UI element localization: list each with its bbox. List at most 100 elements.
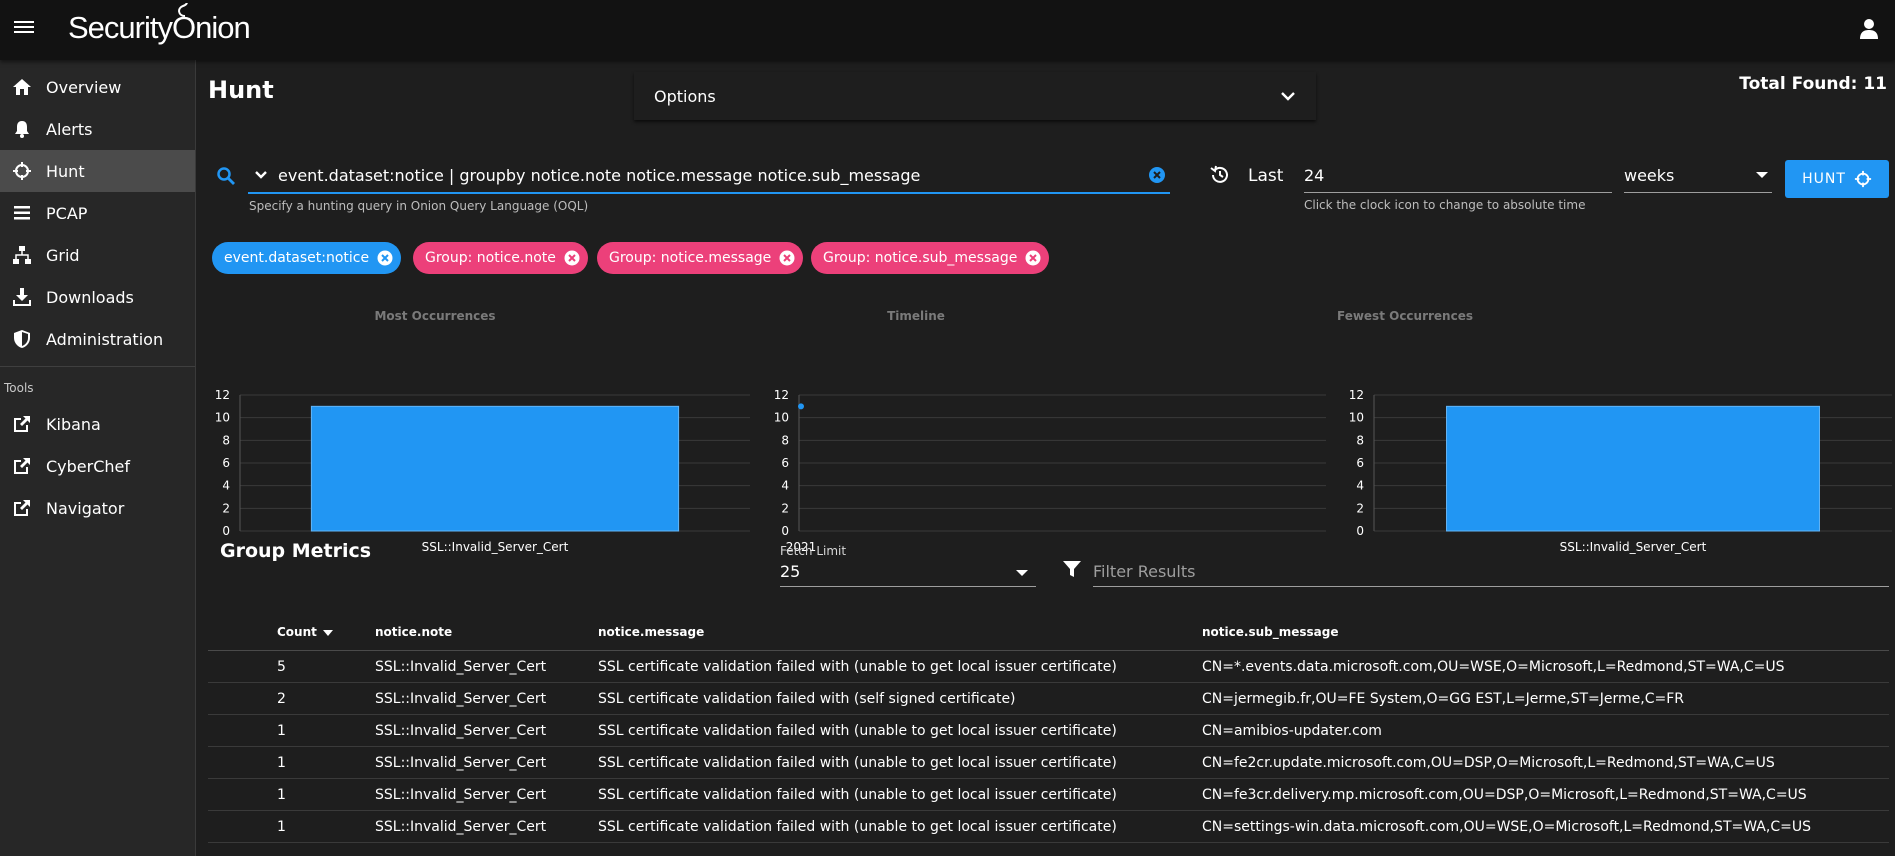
sidebar-divider xyxy=(0,366,195,367)
search-icon[interactable] xyxy=(216,166,236,186)
cell-note[interactable]: SSL::Invalid_Server_Cert xyxy=(375,682,598,715)
cell-message[interactable]: SSL certificate validation failed with (… xyxy=(598,650,1202,683)
cell-note[interactable]: SSL::Invalid_Server_Cert xyxy=(375,778,598,811)
cell-sub-message[interactable]: CN=jermegib.fr,OU=FE System,O=GG EST,L=J… xyxy=(1202,682,1889,715)
sidebar-item-label: Alerts xyxy=(46,119,93,139)
bell-icon xyxy=(15,121,29,138)
group-chip[interactable]: Group: notice.sub_message xyxy=(811,242,1050,274)
sidebar-item-administration[interactable]: Administration xyxy=(0,318,195,360)
query-field xyxy=(248,158,1170,194)
column-header-message[interactable]: notice.message xyxy=(598,614,1202,651)
sidebar-item-pcap[interactable]: PCAP xyxy=(0,192,195,234)
sidebar-item-label: PCAP xyxy=(46,203,88,223)
menu-icon[interactable] xyxy=(14,18,34,38)
external-link-icon xyxy=(14,416,30,432)
cell-note[interactable]: SSL::Invalid_Server_Cert xyxy=(375,810,598,843)
filter-icon xyxy=(1063,561,1081,577)
clear-icon[interactable] xyxy=(1148,166,1166,184)
table-row[interactable]: 1 SSL::Invalid_Server_Cert SSL certifica… xyxy=(208,778,1889,811)
external-link-icon xyxy=(14,458,30,474)
y-tick-label: 0 xyxy=(222,524,230,538)
table-row[interactable]: 5 SSL::Invalid_Server_Cert SSL certifica… xyxy=(208,650,1889,683)
cell-message[interactable]: SSL certificate validation failed with (… xyxy=(598,810,1202,843)
fetch-limit-select[interactable]: 25 xyxy=(780,558,1036,587)
cell-count: 1 xyxy=(277,746,375,779)
x-tick-label: SSL::Invalid_Server_Cert xyxy=(422,540,569,554)
chart-title: Timeline xyxy=(887,309,945,323)
cell-note[interactable]: SSL::Invalid_Server_Cert xyxy=(375,746,598,779)
y-tick-label: 12 xyxy=(215,388,230,402)
table-row[interactable]: 1 SSL::Invalid_Server_Cert SSL certifica… xyxy=(208,810,1889,843)
sidebar-item-overview[interactable]: Overview xyxy=(0,66,195,108)
sidebar-item-alerts[interactable]: Alerts xyxy=(0,108,195,150)
time-unit-value: weeks xyxy=(1624,166,1675,185)
data-point xyxy=(798,403,804,410)
close-icon[interactable] xyxy=(564,250,580,266)
cell-message[interactable]: SSL certificate validation failed with (… xyxy=(598,746,1202,779)
hunt-button[interactable]: HUNT xyxy=(1785,160,1889,198)
bar xyxy=(1446,405,1820,532)
cell-sub-message[interactable]: CN=fe3cr.delivery.mp.microsoft.com,OU=DS… xyxy=(1202,778,1889,811)
column-header-note[interactable]: notice.note xyxy=(375,614,598,651)
close-icon[interactable] xyxy=(377,250,393,266)
dropdown-arrow-icon xyxy=(1756,172,1768,178)
filter-input[interactable] xyxy=(1093,558,1873,584)
query-hint: Specify a hunting query in Onion Query L… xyxy=(249,199,589,213)
sidebar-item-cyberchef[interactable]: CyberChef xyxy=(0,445,195,487)
y-tick-label: 6 xyxy=(222,456,230,470)
close-icon[interactable] xyxy=(779,250,795,266)
table-row[interactable]: 1 SSL::Invalid_Server_Cert SSL certifica… xyxy=(208,746,1889,779)
sidebar-item-navigator[interactable]: Navigator xyxy=(0,487,195,529)
sidebar-item-downloads[interactable]: Downloads xyxy=(0,276,195,318)
y-tick-label: 2 xyxy=(1356,501,1364,515)
close-icon[interactable] xyxy=(1025,250,1041,266)
filter-chip[interactable]: event.dataset:notice xyxy=(212,242,402,274)
row-spacer xyxy=(208,778,277,811)
table-row[interactable]: 1 SSL::Invalid_Server_Cert SSL certifica… xyxy=(208,714,1889,747)
time-value-input[interactable] xyxy=(1304,160,1604,190)
y-tick-label: 6 xyxy=(1356,456,1364,470)
cell-sub-message[interactable]: CN=amibios-updater.com xyxy=(1202,714,1889,747)
group-chip[interactable]: Group: notice.message xyxy=(597,242,804,274)
cell-message[interactable]: SSL certificate validation failed with (… xyxy=(598,682,1202,715)
page-title: Hunt xyxy=(208,76,274,104)
cell-count: 5 xyxy=(277,650,375,683)
cell-sub-message[interactable]: CN=*.events.data.microsoft.com,OU=WSE,O=… xyxy=(1202,650,1889,683)
cell-message[interactable]: SSL certificate validation failed with (… xyxy=(598,714,1202,747)
hunt-button-label: HUNT xyxy=(1802,171,1846,187)
main-content: Hunt Options Total Found: 11 Specify a h… xyxy=(196,60,1895,856)
cell-message[interactable]: SSL certificate validation failed with (… xyxy=(598,778,1202,811)
fetch-limit-value: 25 xyxy=(780,562,801,581)
sidebar-item-label: Downloads xyxy=(46,287,134,307)
column-header-sub-message[interactable]: notice.sub_message xyxy=(1202,614,1889,651)
chevron-down-icon[interactable] xyxy=(254,168,268,182)
cell-sub-message[interactable]: CN=fe2cr.update.microsoft.com,OU=DSP,O=M… xyxy=(1202,746,1889,779)
sidebar-item-label: Grid xyxy=(46,245,80,265)
column-header-count[interactable]: Count xyxy=(277,614,375,651)
sidebar-item-kibana[interactable]: Kibana xyxy=(0,403,195,445)
column-header-label: Count xyxy=(277,625,317,639)
cell-note[interactable]: SSL::Invalid_Server_Cert xyxy=(375,714,598,747)
chip-label: Group: notice.message xyxy=(609,250,772,266)
timeline-chart: 0246810122021 xyxy=(774,388,1326,554)
account-icon[interactable] xyxy=(1859,18,1879,40)
group-chip[interactable]: Group: notice.note xyxy=(413,242,588,274)
y-tick-label: 10 xyxy=(1349,411,1364,425)
list-icon xyxy=(14,206,30,220)
table-row[interactable]: 2 SSL::Invalid_Server_Cert SSL certifica… xyxy=(208,682,1889,715)
row-spacer xyxy=(208,650,277,683)
download-icon xyxy=(13,288,31,306)
options-panel-header[interactable]: Options xyxy=(634,72,1316,120)
cell-note[interactable]: SSL::Invalid_Server_Cert xyxy=(375,650,598,683)
history-icon[interactable] xyxy=(1209,164,1231,186)
time-unit-select[interactable]: weeks xyxy=(1624,158,1772,193)
sidebar-item-grid[interactable]: Grid xyxy=(0,234,195,276)
brand-logo: SecurityO nion xyxy=(68,3,251,46)
time-hint: Click the clock icon to change to absolu… xyxy=(1304,198,1586,212)
chip-label: Group: notice.note xyxy=(425,250,556,266)
cell-sub-message[interactable]: CN=settings-win.data.microsoft.com,OU=WS… xyxy=(1202,810,1889,843)
cell-count: 1 xyxy=(277,810,375,843)
query-input[interactable] xyxy=(278,160,1138,190)
y-tick-label: 4 xyxy=(222,479,230,493)
sidebar-item-hunt[interactable]: Hunt xyxy=(0,150,195,192)
